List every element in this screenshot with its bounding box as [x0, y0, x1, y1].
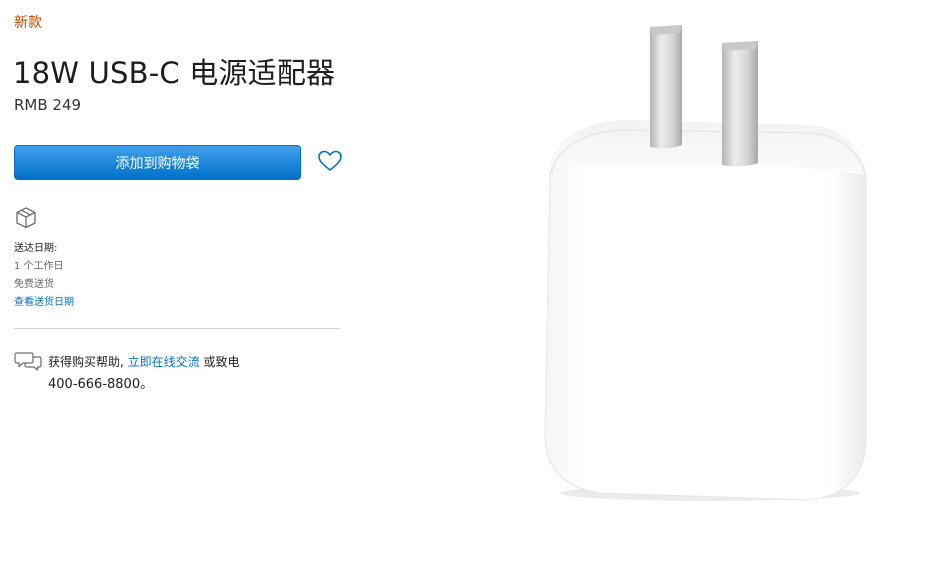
product-title: 18W USB-C 电源适配器	[13, 56, 336, 90]
help-middle: 或致电	[199, 355, 240, 369]
free-shipping-text: 免费送货	[14, 279, 54, 290]
new-badge: 新款	[14, 15, 42, 31]
check-delivery-dates-link[interactable]: 查看送货日期	[14, 294, 74, 312]
chat-now-link[interactable]: 立即在线交流	[128, 355, 200, 369]
phone-number: 400-666-8800。	[48, 377, 154, 392]
heart-icon[interactable]	[317, 149, 343, 173]
purchase-help: 获得购买帮助, 立即在线交流 或致电 400-666-8800。	[48, 351, 288, 396]
delivery-label: 送达日期:	[14, 243, 58, 254]
help-prefix: 获得购买帮助,	[48, 355, 128, 369]
product-image	[544, 25, 867, 501]
box-icon	[16, 207, 36, 229]
product-price: RMB 249	[14, 96, 82, 114]
delivery-info: 送达日期: 1 个工作日 免费送货 查看送货日期	[14, 240, 74, 312]
add-to-bag-button[interactable]: 添加到购物袋	[14, 145, 301, 180]
chat-icon	[14, 352, 42, 371]
delivery-days: 1 个工作日	[14, 261, 64, 272]
divider	[14, 328, 340, 329]
